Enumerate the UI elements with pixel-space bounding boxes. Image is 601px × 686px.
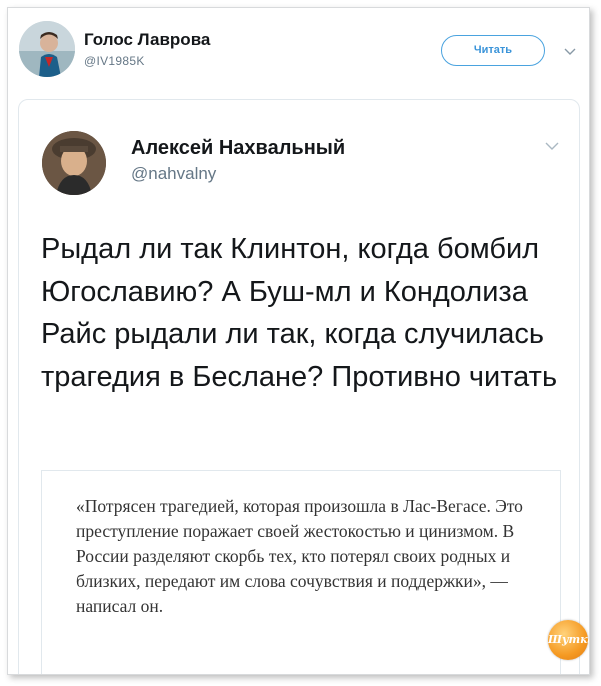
outer-tweet-header: Голос Лаврова @IV1985K Читать	[8, 8, 589, 88]
screenshot-frame: Голос Лаврова @IV1985K Читать Алексей На…	[7, 7, 590, 675]
tweet-text: Рыдал ли так Клинтон, когда бомбил Югосл…	[41, 233, 558, 393]
inner-author-name[interactable]: Алексей Нахвальный	[131, 137, 345, 160]
outer-author-name[interactable]: Голос Лаврова	[84, 30, 210, 50]
quote-preview[interactable]: «Потрясен трагедией, которая произошла в…	[41, 470, 561, 674]
follow-button[interactable]: Читать	[441, 35, 545, 66]
inner-author-avatar[interactable]	[42, 131, 106, 195]
outer-author-avatar[interactable]	[19, 21, 75, 77]
chevron-down-icon[interactable]	[564, 44, 576, 55]
quoted-tweet-card[interactable]: Алексей Нахвальный @nahvalny Рыдал ли та…	[18, 99, 580, 674]
outer-author-handle[interactable]: @IV1985K	[84, 54, 145, 68]
inner-author-handle[interactable]: @nahvalny	[131, 164, 216, 184]
watermark-logo: Шутка	[548, 620, 589, 660]
chevron-down-icon[interactable]	[545, 138, 559, 150]
quote-text: «Потрясен трагедией, которая произошла в…	[76, 496, 523, 616]
